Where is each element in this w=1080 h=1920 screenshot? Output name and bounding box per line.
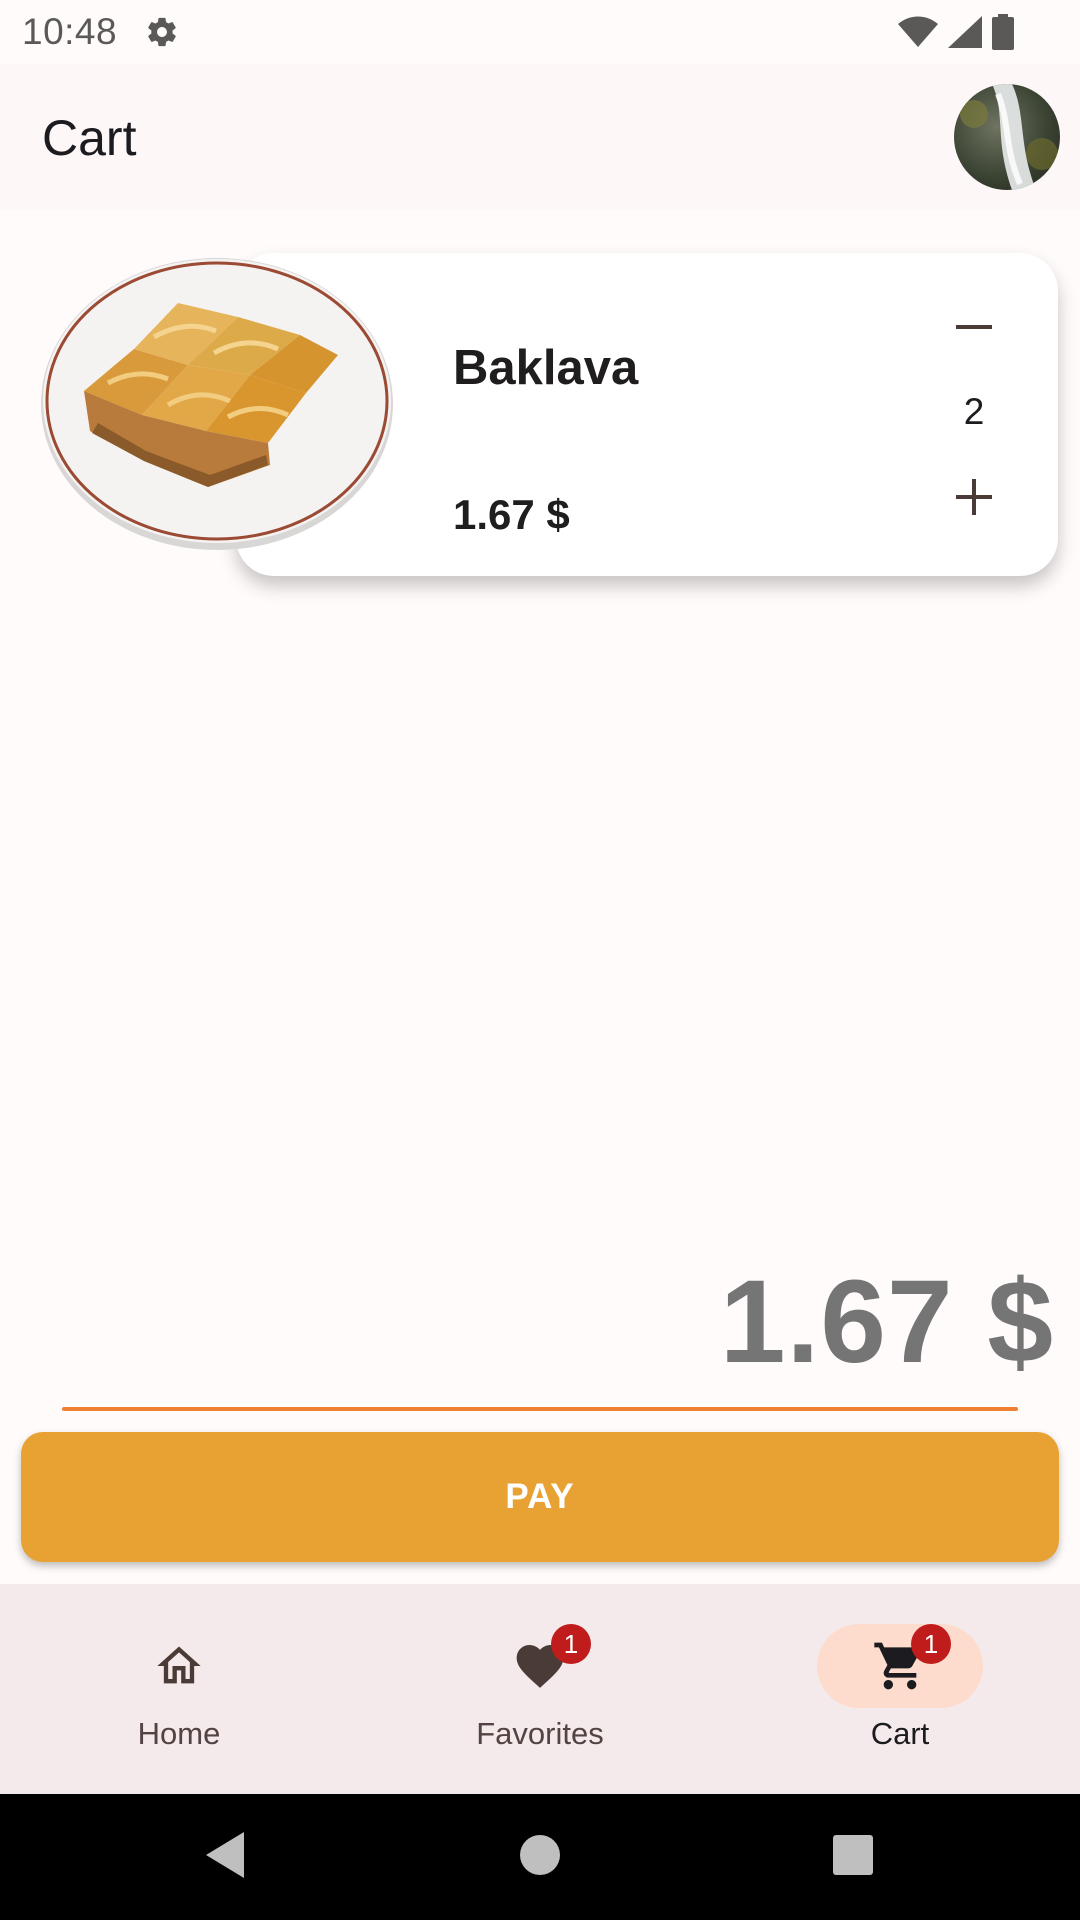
settings-icon <box>148 17 176 47</box>
page-title: Cart <box>42 110 137 166</box>
wifi-icon <box>898 16 938 47</box>
signal-icon <box>948 16 982 48</box>
increase-quantity-button[interactable] <box>939 462 1009 532</box>
status-bar: 10:48 <box>0 0 1080 64</box>
item-name: Baklava <box>453 341 639 395</box>
cart-badge: 1 <box>911 1624 951 1664</box>
system-navigation-bar <box>0 1794 1080 1920</box>
home-icon <box>157 1646 201 1684</box>
plus-icon <box>956 479 992 515</box>
item-image <box>38 255 396 553</box>
total-divider <box>62 1407 1018 1411</box>
battery-icon <box>992 14 1014 50</box>
status-time: 10:48 <box>22 11 118 52</box>
baklava-plate-image <box>41 258 393 550</box>
quantity-value: 2 <box>963 391 985 432</box>
recents-icon[interactable] <box>831 1830 875 1880</box>
nav-home-icon-container <box>96 1624 262 1708</box>
bottom-navigation: Home 1 Favorites 1 Cart <box>0 1584 1080 1794</box>
nav-label-favorites: Favorites <box>476 1716 604 1751</box>
nav-item-cart[interactable]: 1 Cart <box>750 1584 1050 1794</box>
nav-label-cart: Cart <box>870 1716 930 1751</box>
nav-favorites-icon-container: 1 <box>457 1624 623 1708</box>
decrease-quantity-button[interactable] <box>939 292 1009 362</box>
avatar[interactable] <box>954 84 1060 190</box>
pay-button-label: PAY <box>505 1477 575 1516</box>
favorites-badge: 1 <box>551 1624 591 1664</box>
total-amount: 1.67 $ <box>719 1256 1054 1388</box>
nav-item-favorites[interactable]: 1 Favorites <box>390 1584 690 1794</box>
home-circle-icon[interactable] <box>518 1830 562 1880</box>
pay-button[interactable]: PAY <box>21 1432 1059 1562</box>
status-icons <box>898 14 1014 50</box>
app-bar: Cart <box>0 64 1080 210</box>
nav-cart-icon-container: 1 <box>817 1624 983 1708</box>
back-icon[interactable] <box>204 1830 248 1880</box>
nav-item-home[interactable]: Home <box>29 1584 329 1794</box>
item-price: 1.67 $ <box>453 491 570 538</box>
minus-icon <box>956 325 992 329</box>
nav-label-home: Home <box>137 1716 221 1751</box>
avatar-image <box>960 84 1058 190</box>
